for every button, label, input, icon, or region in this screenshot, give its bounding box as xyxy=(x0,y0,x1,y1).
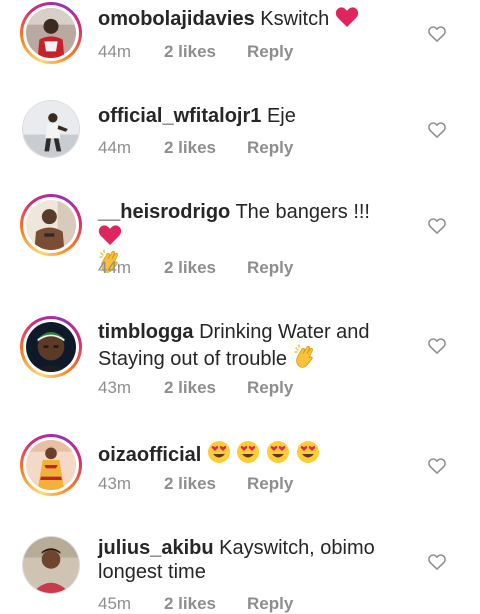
comment-time: 44m xyxy=(98,258,132,277)
comment-time: 43m xyxy=(98,474,132,493)
comment-meta: 43m 2 likes Reply xyxy=(98,474,293,494)
comment-time: 44m xyxy=(98,42,132,61)
reply-button[interactable]: Reply xyxy=(247,378,293,398)
avatar-photo xyxy=(23,101,79,157)
comment-meta: 44m 2 likes Reply xyxy=(98,138,293,158)
reply-button[interactable]: Reply xyxy=(247,42,293,62)
clapping-hands-icon xyxy=(293,344,313,368)
comment-text: timblogga Drinking Water and Staying out… xyxy=(98,320,398,371)
heart-eyes-icon xyxy=(296,441,319,463)
like-heart-icon[interactable] xyxy=(427,336,447,356)
comment-username[interactable]: __heisrodrigo xyxy=(98,201,230,223)
comment-likes[interactable]: 2 likes xyxy=(164,378,247,398)
red-heart-icon xyxy=(98,225,122,245)
comment-body: Eje xyxy=(266,105,296,127)
reply-button[interactable]: Reply xyxy=(247,258,293,278)
comment-likes[interactable]: 2 likes xyxy=(164,474,247,494)
comment-item: official_wfitalojr1 Eje 44m 2 likes Repl… xyxy=(0,96,480,192)
comment-username[interactable]: timblogga xyxy=(98,321,194,343)
avatar[interactable] xyxy=(20,434,82,496)
comment-item: timblogga Drinking Water and Staying out… xyxy=(0,312,480,432)
comment-text: official_wfitalojr1 Eje xyxy=(98,104,398,128)
comment-text: oizaofficial xyxy=(98,440,398,467)
comment-username[interactable]: omobolajidavies xyxy=(98,8,255,30)
comment-username[interactable]: julius_akibu xyxy=(98,537,214,559)
comment-text: omobolajidavies Kswitch xyxy=(98,6,398,31)
comment-likes[interactable]: 2 likes xyxy=(164,594,247,614)
avatar-photo xyxy=(26,322,76,372)
comment-username[interactable]: official_wfitalojr1 xyxy=(98,105,261,127)
like-heart-icon[interactable] xyxy=(427,456,447,476)
avatar[interactable] xyxy=(22,100,80,158)
comment-text: julius_akibu Kayswitch, obimo longest ti… xyxy=(98,536,398,584)
comment-meta: 43m 2 likes Reply xyxy=(98,378,293,398)
comment-item: oizaofficial 43m 2 likes Reply xyxy=(0,432,480,528)
comment-item: julius_akibu Kayswitch, obimo longest ti… xyxy=(0,528,480,613)
comment-likes[interactable]: 2 likes xyxy=(164,138,247,158)
heart-eyes-icon xyxy=(237,441,260,463)
avatar-photo xyxy=(23,537,79,593)
like-heart-icon[interactable] xyxy=(427,24,447,44)
comment-time: 45m xyxy=(98,594,132,613)
comment-meta: 45m 2 likes Reply xyxy=(98,594,293,614)
reply-button[interactable]: Reply xyxy=(247,474,293,494)
red-heart-icon xyxy=(335,7,358,27)
comment-meta: 44m 2 likes Reply xyxy=(98,258,293,278)
avatar-photo xyxy=(26,8,76,58)
comment-time: 43m xyxy=(98,378,132,397)
avatar[interactable] xyxy=(20,194,82,256)
like-heart-icon[interactable] xyxy=(427,120,447,140)
reply-button[interactable]: Reply xyxy=(247,594,293,614)
comment-body: The bangers !!! xyxy=(235,201,370,223)
comment-item: __heisrodrigo The bangers !!! 44m 2 like… xyxy=(0,192,480,312)
avatar[interactable] xyxy=(20,2,82,64)
comment-username[interactable]: oizaofficial xyxy=(98,444,201,466)
comment-time: 44m xyxy=(98,138,132,157)
heart-eyes-icon xyxy=(267,441,290,463)
comment-body: Kswitch xyxy=(260,8,330,30)
comment-likes[interactable]: 2 likes xyxy=(164,42,247,62)
avatar[interactable] xyxy=(22,536,80,594)
comment-item: omobolajidavies Kswitch 44m 2 likes Repl… xyxy=(0,0,480,96)
avatar-photo xyxy=(26,200,76,250)
heart-eyes-emoji-group xyxy=(207,441,320,466)
avatar[interactable] xyxy=(20,316,82,378)
like-heart-icon[interactable] xyxy=(427,552,447,572)
like-heart-icon[interactable] xyxy=(427,216,447,236)
comment-likes[interactable]: 2 likes xyxy=(164,258,247,278)
heart-eyes-icon xyxy=(207,441,230,463)
comment-meta: 44m 2 likes Reply xyxy=(98,42,293,62)
avatar-photo xyxy=(26,440,76,490)
reply-button[interactable]: Reply xyxy=(247,138,293,158)
